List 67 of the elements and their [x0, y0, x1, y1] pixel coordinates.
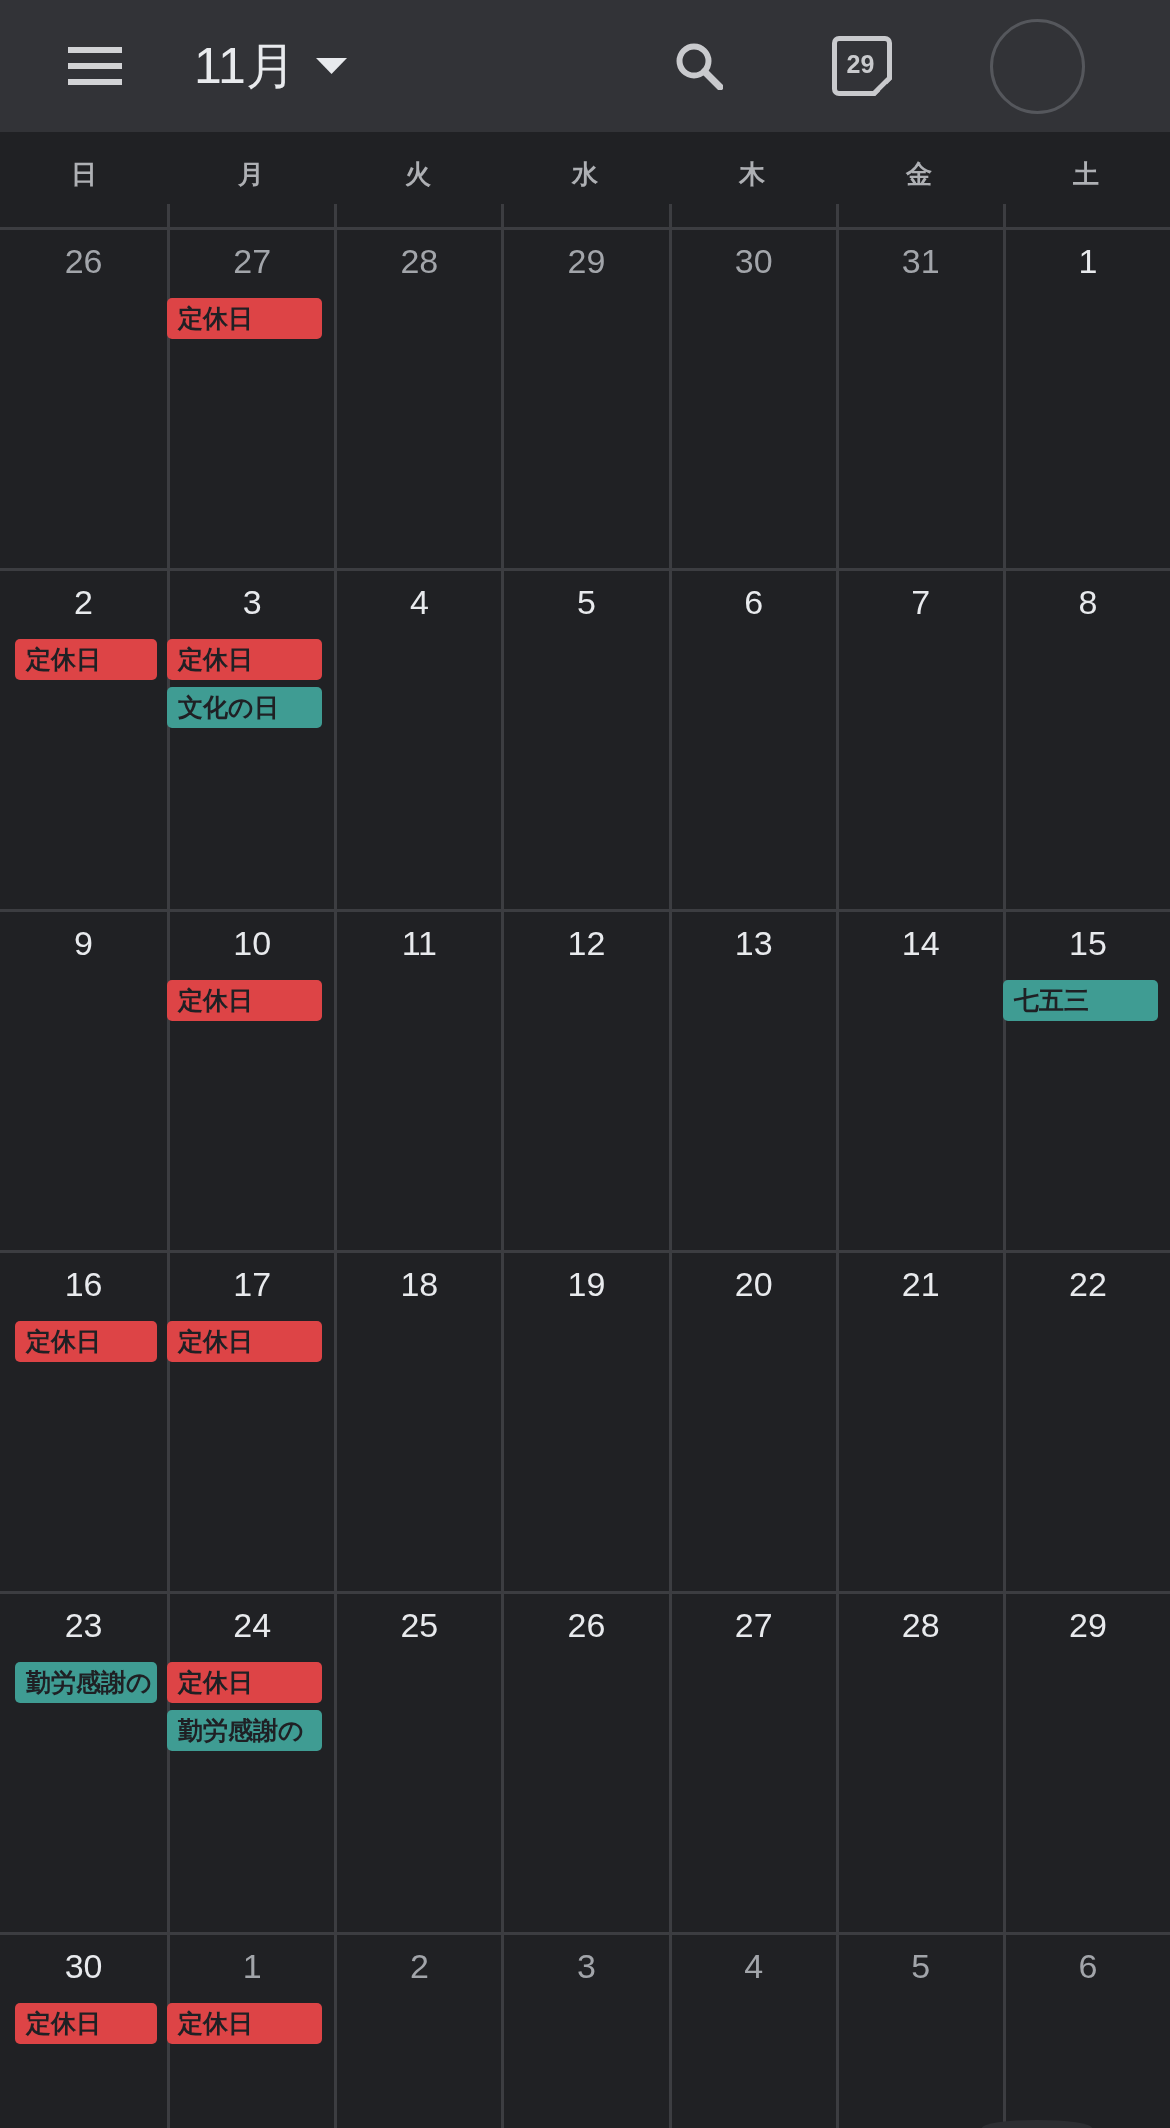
event-chip[interactable]: 定休日: [15, 1321, 158, 1362]
day-number: 26: [64, 242, 103, 280]
event-chip[interactable]: 定休日: [167, 2003, 323, 2044]
weekday-label: 月: [237, 159, 264, 189]
day-number: 27: [734, 1606, 773, 1644]
day-number: 31: [901, 242, 940, 280]
day-number: 14: [901, 924, 940, 962]
day-number: 23: [64, 1606, 103, 1644]
day-number: 9: [74, 924, 94, 962]
day-number: 17: [233, 1265, 272, 1303]
day-number: 12: [567, 924, 606, 962]
today-button[interactable]: 29: [832, 36, 892, 96]
weekday-label: 金: [906, 159, 933, 189]
day-number: 28: [400, 242, 439, 280]
day-number: 8: [1078, 583, 1098, 621]
day-number: 11: [401, 924, 437, 962]
weekday-label: 水: [572, 159, 598, 189]
day-number: 15: [1069, 924, 1107, 962]
day-number: 30: [734, 242, 773, 280]
day-number: 3: [242, 583, 262, 621]
event-chip[interactable]: 定休日: [167, 639, 323, 680]
month-picker[interactable]: 11月: [194, 36, 347, 96]
weekday-label: 木: [739, 159, 766, 189]
day-number: 25: [400, 1606, 439, 1644]
event-chip[interactable]: 勤労感謝の: [167, 1710, 323, 1751]
day-number: 26: [567, 1606, 606, 1644]
event-chip[interactable]: 文化の日: [167, 687, 323, 728]
event-chip[interactable]: 定休日: [15, 639, 158, 680]
day-number: 4: [744, 1947, 764, 1985]
day-number: 1: [1078, 242, 1098, 280]
weekday-label: 土: [1073, 159, 1100, 189]
day-number: 13: [734, 924, 773, 962]
day-number: 28: [901, 1606, 940, 1644]
day-number: 21: [901, 1265, 940, 1303]
event-chip[interactable]: 定休日: [167, 1321, 323, 1362]
search-icon[interactable]: [675, 42, 723, 90]
day-number: 22: [1069, 1265, 1107, 1303]
day-number: 24: [233, 1606, 272, 1644]
day-number: 7: [911, 583, 931, 621]
day-number: 2: [409, 1947, 429, 1985]
weekday-label: 日: [70, 159, 97, 189]
event-chip[interactable]: 定休日: [167, 980, 323, 1021]
day-number: 1: [242, 1947, 262, 1985]
day-number: 27: [233, 242, 272, 280]
day-number: 2: [74, 583, 94, 621]
day-number: 3: [577, 1947, 596, 1985]
day-number: 18: [400, 1265, 439, 1303]
day-number: 4: [409, 583, 429, 621]
weekday-label: 火: [404, 159, 431, 189]
day-number: 10: [233, 924, 272, 962]
day-number: 6: [744, 583, 764, 621]
event-chip[interactable]: 七五三: [1002, 980, 1158, 1021]
day-number: 6: [1078, 1947, 1098, 1985]
day-number: 16: [64, 1265, 103, 1303]
event-chip[interactable]: 勤労感謝の: [15, 1662, 158, 1703]
event-chip[interactable]: 定休日: [167, 298, 323, 339]
day-number: 5: [577, 583, 596, 621]
event-chip[interactable]: 定休日: [167, 1662, 323, 1703]
day-number: 29: [567, 242, 606, 280]
day-number: 20: [734, 1265, 773, 1303]
menu-icon[interactable]: [68, 47, 122, 85]
day-number: 5: [911, 1947, 931, 1985]
day-number: 29: [1069, 1606, 1107, 1644]
event-chip[interactable]: 定休日: [15, 2003, 158, 2044]
day-number: 19: [567, 1265, 606, 1303]
caret-icon: [315, 58, 347, 74]
day-number: 30: [64, 1947, 103, 1985]
